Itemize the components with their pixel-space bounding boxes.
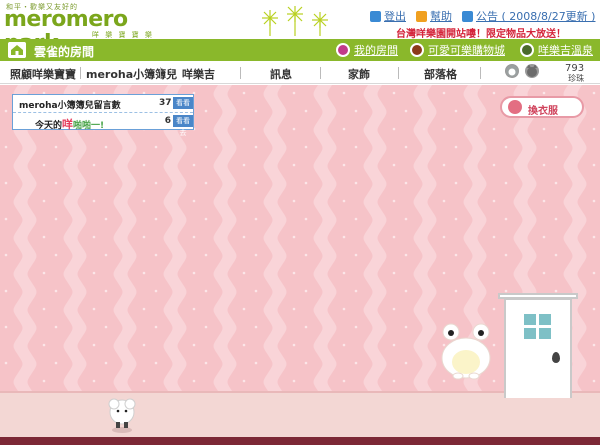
pearl-count: 793: [565, 63, 585, 74]
nav-furniture[interactable]: 家飾: [348, 66, 370, 82]
top-links: 登出 幫助 公告 ( 2008/8/27更新 ): [370, 8, 595, 24]
my-room-icon: [336, 43, 350, 57]
nav-separator: [320, 67, 321, 79]
door-window: [524, 314, 552, 340]
today-count: 6: [164, 116, 171, 126]
diary-message-count-label: meroha小簿簿兒留言數: [19, 101, 121, 111]
room-title: 雲雀的房間: [34, 45, 95, 59]
sheep-pet-icon[interactable]: [505, 64, 519, 78]
room-title-bar: 雲雀的房間 我的房間 可愛可樂購物城 咩樂吉溫泉: [0, 39, 600, 61]
notice-link[interactable]: 公告 ( 2008/8/27更新 ): [462, 8, 595, 24]
frog-pet-character[interactable]: [438, 322, 494, 380]
nav-merokichi[interactable]: 咩樂吉: [182, 66, 215, 82]
house-icon: [8, 42, 26, 58]
shopping-mall-link[interactable]: 可愛可樂購物城: [410, 42, 505, 58]
today-count-row: 今天的咩啪啪一! 6 看看去: [13, 112, 193, 137]
person-icon: [508, 100, 522, 114]
nav-blog[interactable]: 部落格: [424, 66, 457, 82]
pearl-label: 珍珠: [568, 74, 585, 83]
meromero-park-logo[interactable]: 和平・歡樂又友好的 meromero park 咩 樂 寶 寶 樂 園: [4, 2, 164, 56]
diary-info-box: meroha小簿簿兒留言數 37 看看去 今天的咩啪啪一! 6 看看去: [12, 94, 194, 137]
nav-care-baby[interactable]: 照顧咩樂寶寶: [10, 66, 76, 82]
diary-message-count: 37: [159, 98, 172, 108]
nav-separator: [480, 67, 481, 79]
dandelion-decoration-icon: [262, 6, 328, 36]
sheep-pet-character[interactable]: [106, 394, 138, 434]
diary-message-count-row: meroha小簿簿兒留言數 37 看看去: [13, 95, 193, 119]
change-clothes-button[interactable]: 換衣服: [500, 96, 584, 118]
floor-baseboard: [0, 437, 600, 445]
my-room-link[interactable]: 我的房間: [336, 42, 398, 58]
hot-spring-icon: [520, 43, 534, 57]
nav-separator: [240, 67, 241, 79]
change-clothes-label: 換衣服: [528, 106, 558, 117]
nav-separator: [160, 67, 161, 79]
today-count-label: 今天的咩啪啪一!: [35, 118, 105, 131]
hot-spring-link[interactable]: 咩樂吉溫泉: [520, 42, 593, 58]
shopping-icon: [410, 43, 424, 57]
pearl-counter: 793 珍珠: [565, 64, 584, 84]
logout-icon: [370, 10, 381, 22]
nav-separator: [398, 67, 399, 79]
logout-link[interactable]: 登出: [370, 8, 406, 24]
room-door[interactable]: [504, 298, 572, 398]
promo-banner[interactable]: 台灣咩樂園開站嘍！限定物品大放送！: [396, 25, 566, 40]
nav-messages[interactable]: 訊息: [270, 66, 292, 82]
nav-meroha-diary[interactable]: meroha小簿簿兒: [86, 66, 177, 82]
cat-pet-icon[interactable]: [525, 64, 539, 78]
view-messages-button[interactable]: 看看去: [173, 97, 193, 119]
door-knob-icon: [552, 352, 560, 363]
nav-separator: [80, 67, 81, 79]
help-icon: [416, 10, 427, 22]
main-nav: 照顧咩樂寶寶 meroha小簿簿兒 咩樂吉 訊息 家飾 部落格 793 珍珠: [0, 62, 600, 84]
view-today-button[interactable]: 看看去: [173, 115, 193, 137]
header: 和平・歡樂又友好的 meromero park 咩 樂 寶 寶 樂 園 登出 幫…: [0, 0, 600, 56]
help-link[interactable]: 幫助: [416, 8, 452, 24]
pet-icons: [505, 64, 539, 78]
notice-icon: [462, 10, 473, 22]
